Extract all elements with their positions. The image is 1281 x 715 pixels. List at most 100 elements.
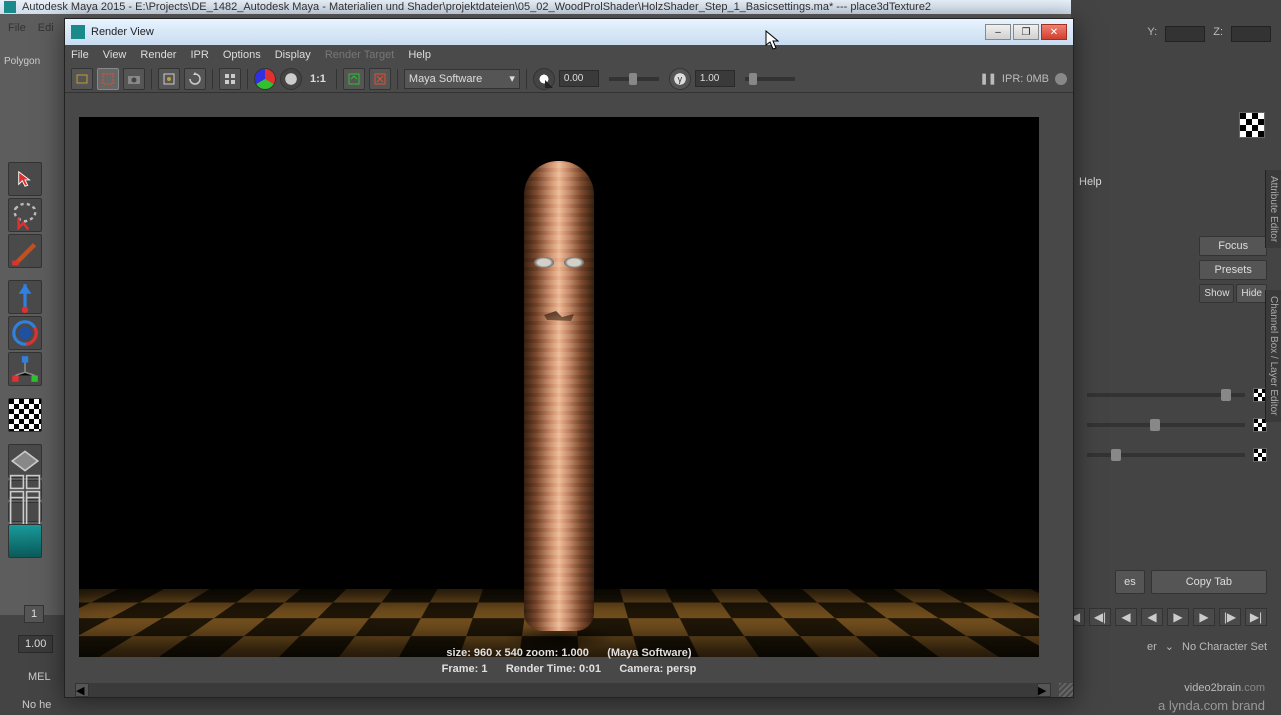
step-fwd-icon[interactable]: |▶ bbox=[1219, 608, 1241, 626]
scale-1-1-label[interactable]: 1:1 bbox=[310, 73, 326, 85]
layout-two-icon[interactable] bbox=[8, 502, 42, 522]
render-camera-label: Camera: persp bbox=[619, 663, 696, 675]
render-view-titlebar[interactable]: Render View – ❐ ✕ bbox=[65, 19, 1073, 45]
select-tool-icon[interactable] bbox=[8, 162, 42, 196]
exposure-slider[interactable] bbox=[609, 77, 659, 81]
mel-label: MEL bbox=[28, 671, 51, 683]
rv-menu-view[interactable]: View bbox=[103, 49, 127, 61]
maya-logo-icon bbox=[4, 1, 16, 13]
prev-key-icon[interactable]: ◀ bbox=[1115, 608, 1137, 626]
rgb-channels-icon[interactable] bbox=[254, 68, 276, 90]
rv-menu-ipr[interactable]: IPR bbox=[190, 49, 208, 61]
render-info-overlay: size: 960 x 540 zoom: 1.000 (Maya Softwa… bbox=[65, 645, 1073, 677]
snap-tool-icon[interactable] bbox=[8, 444, 42, 478]
pause-ipr-icon[interactable]: ❚❚ bbox=[979, 72, 995, 85]
rotate-tool-icon[interactable] bbox=[8, 316, 42, 350]
move-tool-icon[interactable] bbox=[8, 280, 42, 314]
presets-button[interactable]: Presets bbox=[1199, 260, 1267, 280]
rv-close-button[interactable]: ✕ bbox=[1041, 24, 1067, 40]
sculpture-mouth bbox=[544, 311, 574, 321]
render-view-window: Render View – ❐ ✕ File View Render IPR O… bbox=[64, 18, 1074, 698]
horizontal-scrollbar[interactable]: ◀ ▶ bbox=[75, 683, 1051, 697]
gamma-field[interactable]: 1.00 bbox=[695, 70, 735, 87]
current-frame-field[interactable]: 1.00 bbox=[18, 635, 53, 653]
gamma-icon[interactable]: γ bbox=[669, 68, 691, 90]
coord-y-label: Y: bbox=[1147, 26, 1157, 42]
gamma-slider[interactable] bbox=[745, 77, 795, 81]
attribute-editor-tab[interactable]: Attribute Editor bbox=[1265, 170, 1281, 248]
rv-menu-options[interactable]: Options bbox=[223, 49, 261, 61]
coord-z-field[interactable] bbox=[1231, 26, 1271, 42]
remove-image-icon[interactable] bbox=[369, 68, 391, 90]
timeline-frame-tick[interactable]: 1 bbox=[24, 605, 44, 623]
show-button[interactable]: Show bbox=[1199, 284, 1234, 303]
renderer-dropdown[interactable]: Maya Software ▾ bbox=[404, 69, 520, 89]
charset-chevron-icon[interactable]: ⌄ bbox=[1165, 640, 1174, 653]
rv-menu-help[interactable]: Help bbox=[408, 49, 431, 61]
right-panel: Y: Z: Help Focus Presets Show Hide es Co… bbox=[1071, 0, 1281, 715]
shelf-tab-polygon[interactable]: Polygon bbox=[0, 54, 60, 69]
scale-tool-icon[interactable] bbox=[8, 352, 42, 386]
status-bar-text: No he bbox=[22, 699, 51, 711]
attr-slider-3[interactable] bbox=[1087, 453, 1245, 457]
paint-select-tool-icon[interactable] bbox=[8, 234, 42, 268]
play-fwd-icon[interactable]: ▶ bbox=[1167, 608, 1189, 626]
uv-texture-tool-icon[interactable] bbox=[8, 398, 42, 432]
exposure-icon[interactable] bbox=[533, 68, 555, 90]
attribute-sliders bbox=[1087, 388, 1267, 478]
render-time-label: Render Time: 0:01 bbox=[506, 663, 601, 675]
coordinate-fields: Y: Z: bbox=[1147, 26, 1271, 42]
rv-menu-file[interactable]: File bbox=[71, 49, 89, 61]
ipr-render-icon[interactable] bbox=[158, 68, 180, 90]
rv-menu-render[interactable]: Render bbox=[140, 49, 176, 61]
ipr-status-dot-icon bbox=[1055, 73, 1067, 85]
renderer-label: Maya Software bbox=[409, 73, 482, 85]
texture-swatch-icon[interactable] bbox=[1239, 112, 1265, 138]
maya-home-icon[interactable] bbox=[8, 524, 42, 558]
redo-render-icon[interactable] bbox=[71, 68, 93, 90]
rv-minimize-button[interactable]: – bbox=[985, 24, 1011, 40]
menu-edit-truncated[interactable]: Edi bbox=[38, 22, 54, 34]
render-region-icon[interactable] bbox=[97, 68, 119, 90]
lasso-tool-icon[interactable] bbox=[8, 198, 42, 232]
step-back-icon[interactable]: ◀| bbox=[1089, 608, 1111, 626]
play-back-icon[interactable]: ◀ bbox=[1141, 608, 1163, 626]
go-end-icon[interactable]: ▶| bbox=[1245, 608, 1267, 626]
toolbox bbox=[8, 162, 46, 558]
render-canvas-area: size: 960 x 540 zoom: 1.000 (Maya Softwa… bbox=[65, 93, 1073, 697]
coord-y-field[interactable] bbox=[1165, 26, 1205, 42]
scroll-right-icon[interactable]: ▶ bbox=[1037, 683, 1051, 697]
scroll-left-icon[interactable]: ◀ bbox=[75, 683, 89, 697]
rv-menu-render-target: Render Target bbox=[325, 49, 395, 61]
attr-slider-1[interactable] bbox=[1087, 393, 1245, 397]
copy-tab-button[interactable]: Copy Tab bbox=[1151, 570, 1267, 594]
help-menu[interactable]: Help bbox=[1079, 176, 1102, 188]
no-character-set-label[interactable]: No Character Set bbox=[1182, 641, 1267, 653]
ipr-memory-label: IPR: 0MB bbox=[1002, 73, 1049, 85]
map-button-icon[interactable] bbox=[1253, 448, 1267, 462]
watermark-tagline: a lynda.com brand bbox=[1158, 698, 1265, 713]
es-button-truncated[interactable]: es bbox=[1115, 570, 1145, 594]
render-size-label: size: 960 x 540 zoom: 1.000 bbox=[446, 647, 588, 659]
refresh-ipr-icon[interactable] bbox=[184, 68, 206, 90]
menu-file[interactable]: File bbox=[8, 22, 26, 34]
er-label-truncated: er bbox=[1147, 641, 1157, 653]
focus-button[interactable]: Focus bbox=[1199, 236, 1267, 256]
attr-slider-2[interactable] bbox=[1087, 423, 1245, 427]
alpha-channel-icon[interactable] bbox=[280, 68, 302, 90]
watermark-text: video2brain bbox=[1184, 682, 1241, 694]
rv-menu-display[interactable]: Display bbox=[275, 49, 311, 61]
exposure-field[interactable]: 0.00 bbox=[559, 70, 599, 87]
chevron-down-icon: ▾ bbox=[509, 72, 515, 85]
render-settings-icon[interactable] bbox=[219, 68, 241, 90]
snapshot-icon[interactable] bbox=[123, 68, 145, 90]
channel-box-tab[interactable]: Channel Box / Layer Editor bbox=[1265, 290, 1281, 422]
hide-button[interactable]: Hide bbox=[1236, 284, 1267, 303]
rv-maximize-button[interactable]: ❐ bbox=[1013, 24, 1039, 40]
sculpture-eye-left bbox=[534, 257, 554, 268]
next-key-icon[interactable]: ▶ bbox=[1193, 608, 1215, 626]
main-menubar: File Edi bbox=[8, 22, 54, 34]
keep-image-icon[interactable] bbox=[343, 68, 365, 90]
render-output-image[interactable] bbox=[79, 117, 1039, 657]
resize-grip-icon[interactable] bbox=[1059, 683, 1073, 697]
